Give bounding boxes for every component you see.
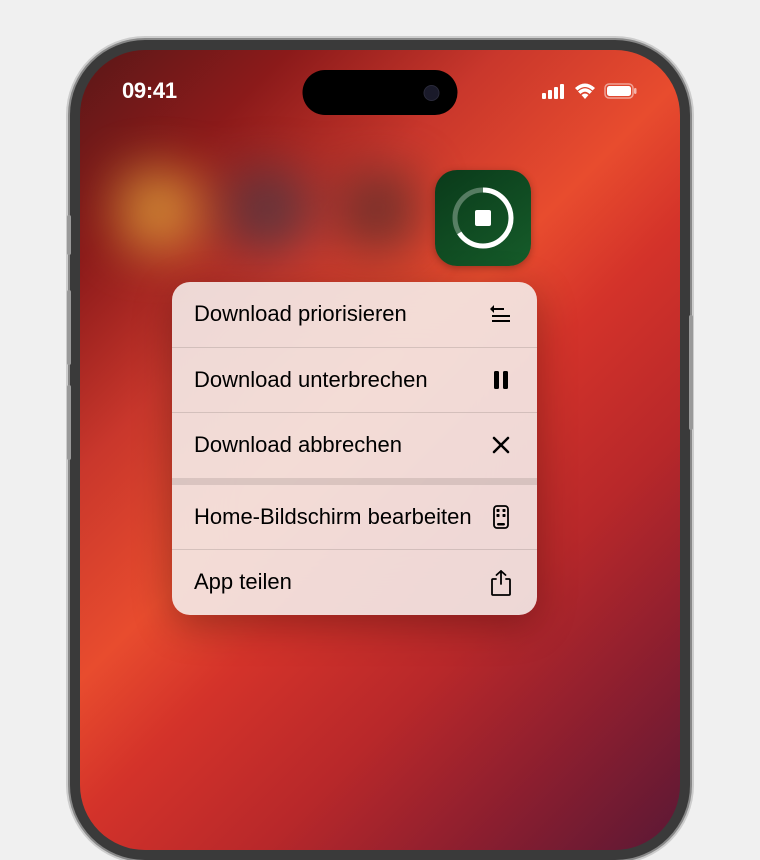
front-camera: [424, 85, 440, 101]
menu-item-edit-home-screen[interactable]: Home-Bildschirm bearbeiten: [172, 485, 537, 551]
menu-label: Download priorisieren: [194, 300, 407, 329]
phone-frame: 09:41: [70, 40, 690, 860]
volume-up-button: [67, 290, 71, 365]
menu-item-cancel-download[interactable]: Download abbrechen: [172, 413, 537, 485]
blurred-app-icon: [338, 170, 418, 250]
download-progress-ring: [452, 187, 514, 249]
status-icons: [542, 83, 638, 99]
cancel-icon: [487, 436, 515, 454]
menu-label: Home-Bildschirm bearbeiten: [194, 503, 472, 532]
phone-screen: 09:41: [80, 50, 680, 850]
blurred-app-icon: [118, 170, 198, 250]
prioritize-icon: [487, 305, 515, 323]
battery-icon: [604, 83, 638, 99]
status-time: 09:41: [122, 78, 177, 104]
pause-icon: [487, 370, 515, 390]
share-icon: [487, 570, 515, 596]
menu-item-pause-download[interactable]: Download unterbrechen: [172, 348, 537, 414]
app-context-menu: Download priorisieren Download unterbrec…: [172, 282, 537, 615]
wifi-icon: [574, 83, 596, 99]
menu-label: Download unterbrechen: [194, 366, 428, 395]
downloading-app-icon[interactable]: [435, 170, 531, 266]
power-button: [689, 315, 693, 430]
menu-label: Download abbrechen: [194, 431, 402, 460]
home-screen-icon: [487, 505, 515, 529]
volume-down-button: [67, 385, 71, 460]
blurred-background-apps: [118, 170, 438, 290]
cellular-signal-icon: [542, 83, 566, 99]
silent-switch: [67, 215, 71, 255]
menu-item-share-app[interactable]: App teilen: [172, 550, 537, 615]
dynamic-island: [303, 70, 458, 115]
blurred-app-icon: [228, 170, 308, 250]
menu-label: App teilen: [194, 568, 292, 597]
menu-item-prioritize-download[interactable]: Download priorisieren: [172, 282, 537, 348]
